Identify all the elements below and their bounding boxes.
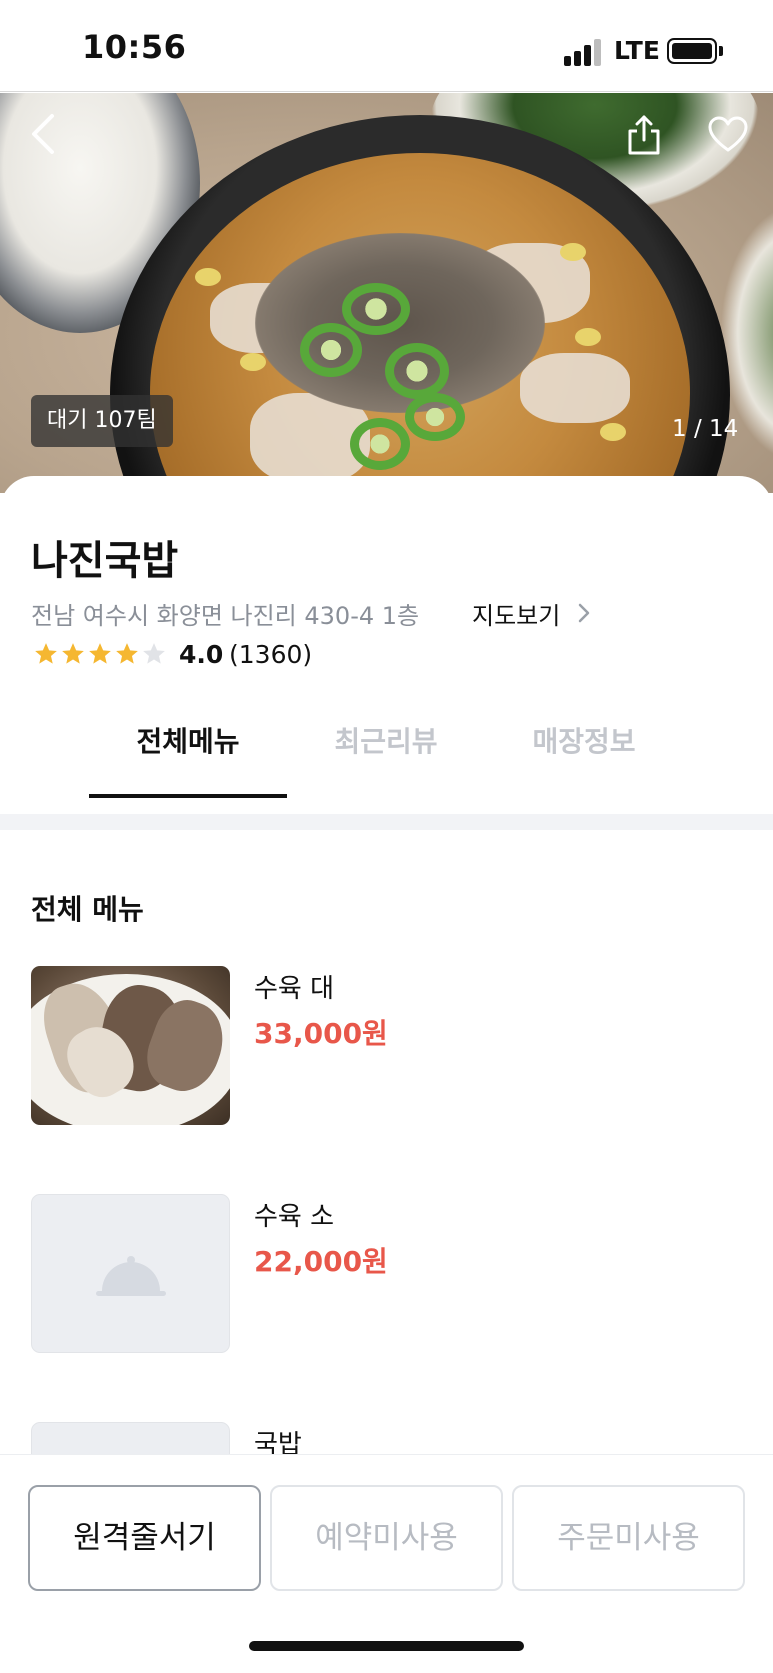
star-icon [35, 643, 57, 664]
heart-icon[interactable] [708, 116, 748, 154]
menu-item[interactable]: 수육 소 22,000원 [31, 1194, 731, 1354]
network-type: LTE [614, 36, 660, 65]
menu-photo-placeholder [31, 1194, 230, 1353]
green-chili-slice [385, 343, 449, 399]
rating-stars [33, 641, 168, 669]
store-photo-carousel[interactable]: 대기 107팀 1 / 14 [0, 93, 773, 493]
menu-item-name: 수육 소 [254, 1202, 335, 1232]
map-link[interactable]: 지도보기 [472, 596, 560, 631]
green-chili-slice [405, 393, 465, 441]
battery-tip [719, 46, 723, 56]
tab-store-info[interactable]: 매장정보 [485, 704, 683, 792]
meat-slice [520, 353, 630, 423]
green-chili-slice [342, 283, 410, 335]
star-icon [89, 643, 111, 664]
star-icon [62, 643, 84, 664]
order-disabled-button[interactable]: 주문미사용 [512, 1485, 745, 1591]
rating-count: (1360) [229, 640, 313, 669]
tab-all-menu[interactable]: 전체메뉴 [89, 704, 287, 792]
bean-sprout [575, 328, 601, 346]
reservation-disabled-button[interactable]: 예약미사용 [270, 1485, 503, 1591]
bean-sprout [240, 353, 266, 371]
menu-item-price: 33,000원 [254, 1017, 388, 1050]
menu-item-price: 22,000원 [254, 1245, 388, 1278]
signal-icon [564, 38, 604, 66]
store-address: 전남 여수시 화양면 나진리 430-4 1층 [31, 602, 420, 630]
section-divider [0, 814, 773, 830]
bottom-action-bar: 원격줄서기 예약미사용 주문미사용 [0, 1454, 773, 1673]
cloche-icon [96, 1256, 166, 1296]
status-bar: 10:56 LTE [0, 0, 773, 92]
wait-count-badge: 대기 107팀 [31, 395, 173, 447]
status-time: 10:56 [82, 28, 187, 66]
menu-photo [31, 966, 230, 1125]
rating-score: 4.0 [179, 640, 224, 669]
star-icon [116, 643, 138, 664]
remote-queue-button[interactable]: 원격줄서기 [28, 1485, 261, 1591]
tab-bar: 전체메뉴 최근리뷰 매장정보 [0, 704, 773, 792]
tab-active-indicator [89, 794, 287, 798]
menu-item-name: 수육 대 [254, 974, 335, 1004]
green-chili-slice [300, 323, 362, 377]
tab-recent-reviews[interactable]: 최근리뷰 [287, 704, 485, 792]
back-icon[interactable] [28, 112, 58, 156]
green-chili-slice [350, 418, 410, 470]
photo-counter: 1 / 14 [672, 416, 739, 442]
home-indicator[interactable] [249, 1641, 524, 1651]
share-icon[interactable] [626, 114, 662, 156]
store-name: 나진국밥 [31, 538, 179, 584]
menu-item[interactable]: 수육 대 33,000원 [31, 966, 731, 1126]
bean-sprout [560, 243, 586, 261]
bean-sprout [195, 268, 221, 286]
battery-icon [667, 38, 717, 64]
menu-section-title: 전체 메뉴 [31, 893, 144, 926]
store-detail-sheet: 나진국밥 전남 여수시 화양면 나진리 430-4 1층 지도보기 4.0 (1… [0, 476, 773, 1596]
bean-sprout [600, 423, 626, 441]
star-icon [143, 643, 165, 664]
chevron-right-icon[interactable] [577, 602, 591, 624]
